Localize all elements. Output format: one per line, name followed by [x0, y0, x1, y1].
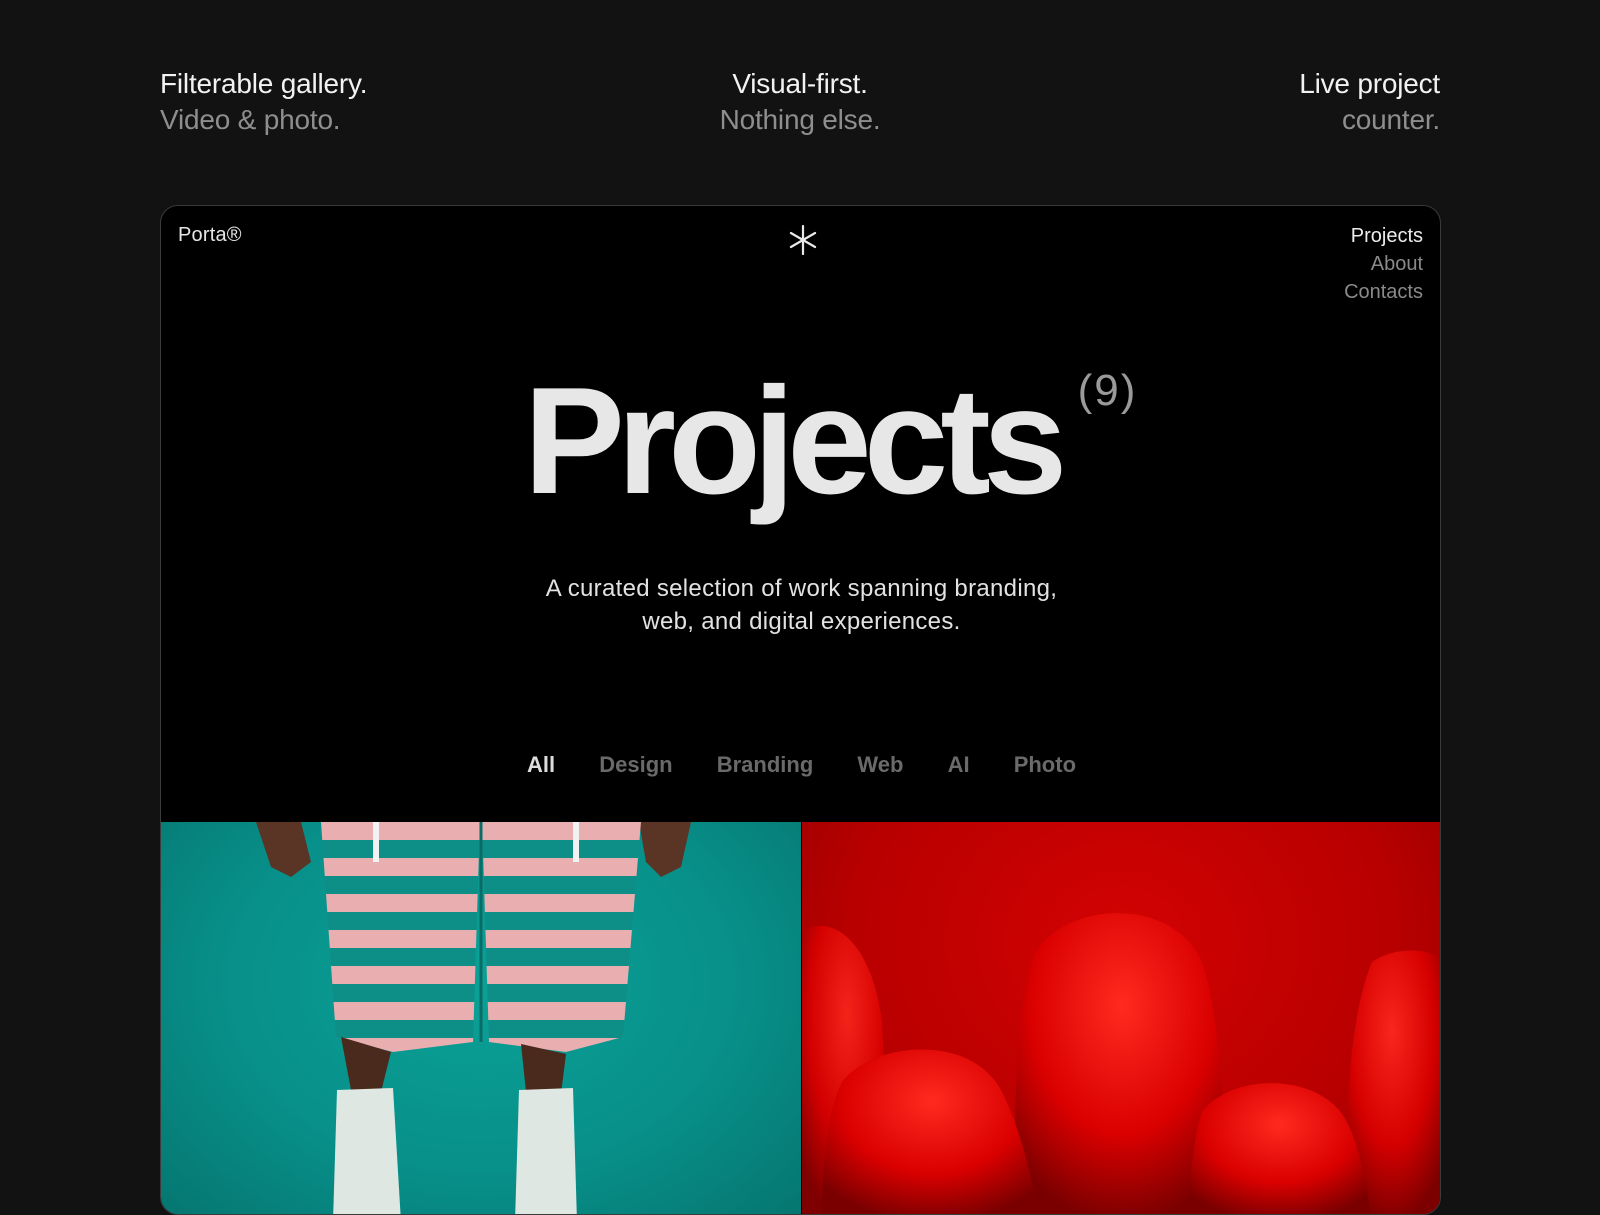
feature-counter: Live project counter. [1299, 66, 1440, 138]
filter-design[interactable]: Design [599, 752, 672, 778]
veiled-figures-image [802, 913, 1440, 1214]
feature-counter-subtitle: counter. [1341, 104, 1440, 135]
feature-gallery-title: Filterable gallery. [160, 68, 368, 99]
page-title: Projects (9) [523, 356, 1136, 526]
main-nav: Projects About Contacts [1344, 222, 1423, 306]
nav-projects[interactable]: Projects [1344, 222, 1423, 250]
feature-gallery-subtitle: Video & photo. [160, 104, 341, 135]
filter-branding[interactable]: Branding [717, 752, 814, 778]
category-filters: All Design Branding Web AI Photo [161, 752, 1440, 778]
feature-gallery: Filterable gallery. Video & photo. [160, 66, 368, 138]
nav-about[interactable]: About [1344, 250, 1423, 278]
website-mockup: Porta® Projects About Contacts Projects … [160, 205, 1441, 1215]
feature-counter-title: Live project [1299, 68, 1440, 99]
feature-visual-title: Visual-first. [732, 68, 868, 99]
brand-logo[interactable]: Porta® [178, 224, 242, 247]
striped-shorts-image [256, 822, 691, 1214]
project-tile-veiled-figures[interactable] [802, 822, 1440, 1214]
project-tile-striped-shorts[interactable] [161, 822, 801, 1214]
feature-visual-subtitle: Nothing else. [719, 104, 881, 135]
asterisk-icon[interactable] [785, 222, 821, 258]
page-title-text: Projects [523, 356, 1068, 526]
project-counter: (9) [1077, 366, 1138, 415]
feature-visual: Visual-first. Nothing else. [640, 66, 960, 138]
feature-captions: Filterable gallery. Video & photo. Visua… [160, 66, 1440, 146]
page-subtitle: A curated selection of work spanning bra… [545, 575, 1058, 635]
filter-photo[interactable]: Photo [1014, 752, 1076, 778]
nav-contacts[interactable]: Contacts [1344, 278, 1423, 306]
project-gallery [161, 822, 1440, 1214]
hero: Projects (9) A curated selection of work… [161, 356, 1440, 638]
filter-ai[interactable]: AI [948, 752, 970, 778]
filter-web[interactable]: Web [857, 752, 903, 778]
filter-all[interactable]: All [527, 752, 555, 778]
